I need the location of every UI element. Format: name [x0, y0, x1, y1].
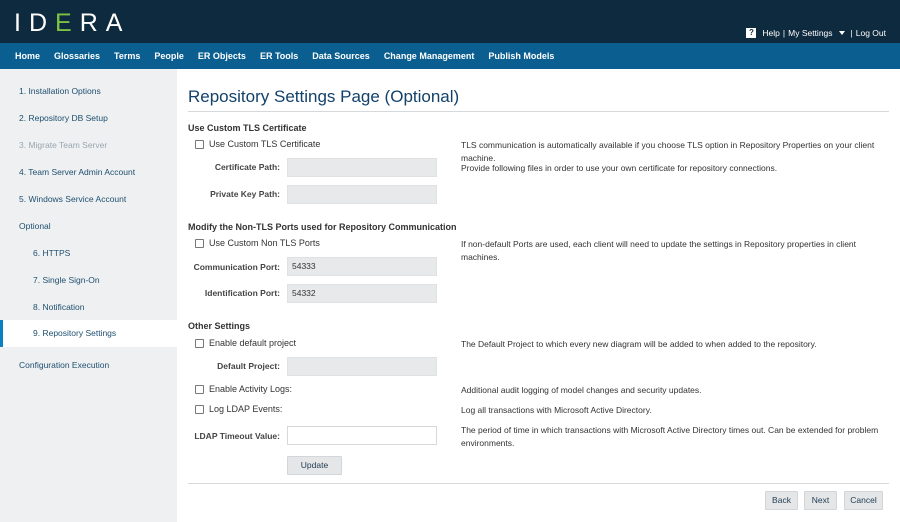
nav-data-sources[interactable]: Data Sources [312, 51, 370, 61]
sidebar-item-single-sign-on[interactable]: 7. Single Sign-On [0, 267, 177, 294]
activity-logs-checkbox[interactable] [195, 384, 204, 394]
identification-port-label: Identification Port: [204, 288, 280, 298]
default-project-checkbox-label: Enable default project [209, 338, 297, 348]
next-button[interactable]: Next [804, 491, 837, 510]
ldap-timeout-label: LDAP Timeout Value: [194, 431, 280, 441]
communication-port-label: Communication Port: [193, 262, 280, 272]
top-links: ? Help | My Settings | Log Out [746, 28, 886, 38]
tls-checkbox-label: Use Custom TLS Certificate [209, 139, 321, 149]
sidebar-item-optional[interactable]: Optional [0, 213, 177, 240]
back-button[interactable]: Back [765, 491, 798, 510]
default-project-description: The Default Project to which every new d… [461, 339, 817, 349]
ports-checkbox[interactable] [195, 238, 204, 248]
sidebar: 1. Installation Options 2. Repository DB… [0, 69, 177, 522]
sidebar-item-repository-db-setup[interactable]: 2. Repository DB Setup [0, 105, 177, 132]
nav-change-management[interactable]: Change Management [384, 51, 475, 61]
section-title-tls: Use Custom TLS Certificate [188, 123, 307, 133]
ports-checkbox-row[interactable]: Use Custom Non TLS Ports [195, 238, 320, 248]
help-icon[interactable]: ? [746, 28, 757, 38]
main-content: Repository Settings Page (Optional) Use … [188, 69, 889, 522]
activity-logs-label: Enable Activity Logs: [209, 384, 293, 394]
sidebar-item-team-server-admin[interactable]: 4. Team Server Admin Account [0, 159, 177, 186]
tls-checkbox[interactable] [195, 139, 204, 149]
ldap-events-checkbox-row[interactable]: Log LDAP Events: [195, 404, 282, 414]
certificate-description: Provide following files in order to use … [461, 163, 778, 173]
communication-port-input[interactable]: 54333 [287, 257, 437, 276]
nav-er-objects[interactable]: ER Objects [198, 51, 246, 61]
separator: | [782, 28, 786, 38]
private-key-path-label: Private Key Path: [210, 189, 280, 199]
logout-link[interactable]: Log Out [856, 28, 886, 38]
sidebar-item-repository-settings[interactable]: 9. Repository Settings [0, 320, 177, 347]
sidebar-item-installation-options[interactable]: 1. Installation Options [0, 78, 177, 105]
activity-logs-checkbox-row[interactable]: Enable Activity Logs: [195, 384, 292, 394]
ports-description: If non-default Ports are used, each clie… [461, 239, 857, 262]
nav-home[interactable]: Home [15, 51, 40, 61]
idera-logo[interactable]: IDERA [14, 9, 130, 38]
sidebar-item-migrate-team-server: 3. Migrate Team Server [19, 140, 108, 150]
page-title: Repository Settings Page (Optional) [188, 87, 460, 106]
private-key-path-input[interactable] [287, 185, 437, 204]
activity-logs-description: Additional audit logging of model change… [461, 385, 702, 395]
section-title-ports: Modify the Non-TLS Ports used for Reposi… [188, 222, 457, 232]
identification-port-input[interactable]: 54332 [287, 284, 437, 303]
default-project-label: Default Project: [217, 361, 280, 371]
sidebar-item-windows-service-account[interactable]: 5. Windows Service Account [0, 186, 177, 213]
default-project-input[interactable] [287, 357, 437, 376]
certificate-path-label: Certificate Path: [214, 162, 280, 172]
nav-glossaries[interactable]: Glossaries [54, 51, 100, 61]
main-nav: Home Glossaries Terms People ER Objects … [0, 43, 900, 69]
tls-checkbox-row[interactable]: Use Custom TLS Certificate [195, 139, 320, 149]
default-project-checkbox-row[interactable]: Enable default project [195, 338, 296, 348]
nav-er-tools[interactable]: ER Tools [260, 51, 298, 61]
chevron-down-icon[interactable] [838, 30, 845, 35]
my-settings-link[interactable]: My Settings [788, 28, 832, 38]
divider [188, 483, 889, 484]
section-title-other: Other Settings [188, 321, 251, 331]
ldap-events-label: Log LDAP Events: [209, 404, 283, 414]
divider [188, 111, 889, 112]
sidebar-item-https[interactable]: 6. HTTPS [0, 240, 177, 267]
sidebar-item-configuration-execution[interactable]: Configuration Execution [0, 352, 177, 379]
ldap-timeout-input[interactable] [287, 426, 437, 445]
separator: | [850, 28, 853, 38]
help-link[interactable]: Help [762, 28, 779, 38]
ldap-events-description: Log all transactions with Microsoft Acti… [461, 405, 652, 415]
nav-terms[interactable]: Terms [114, 51, 140, 61]
default-project-checkbox[interactable] [195, 338, 204, 348]
sidebar-item-notification[interactable]: 8. Notification [0, 294, 177, 321]
ldap-events-checkbox[interactable] [195, 404, 204, 414]
tls-description: TLS communication is automatically avail… [461, 140, 875, 163]
ports-checkbox-label: Use Custom Non TLS Ports [209, 238, 320, 248]
certificate-path-input[interactable] [287, 158, 437, 177]
cancel-button[interactable]: Cancel [844, 491, 883, 510]
top-bar: IDERA ? Help | My Settings | Log Out [0, 0, 900, 43]
ldap-timeout-description: The period of time in which transactions… [461, 425, 879, 448]
update-button[interactable]: Update [287, 456, 342, 475]
nav-publish-models[interactable]: Publish Models [488, 51, 554, 61]
nav-people[interactable]: People [154, 51, 184, 61]
